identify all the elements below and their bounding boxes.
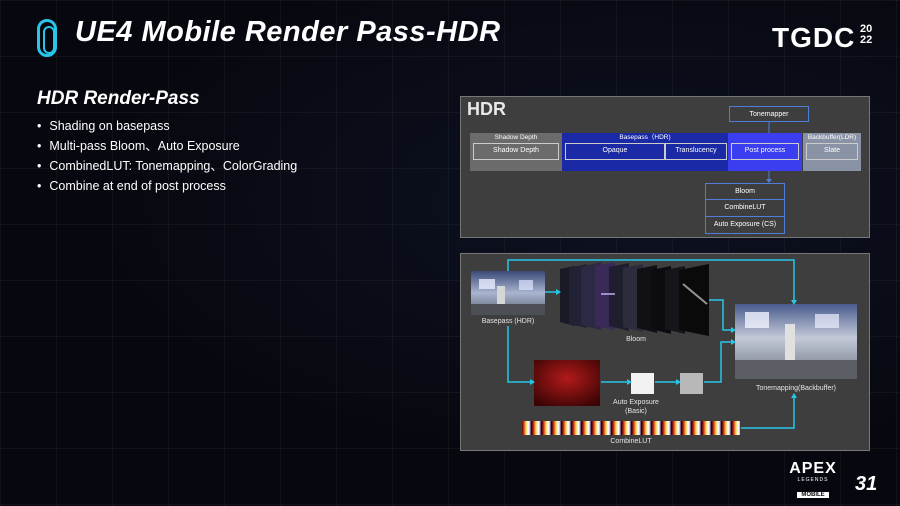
opaque-pass: Opaque <box>565 143 665 160</box>
bullet-item: Combine at end of post process <box>37 176 297 196</box>
translucency-pass: Translucency <box>665 143 727 160</box>
combinelut-caption: CombineLUT <box>610 438 652 445</box>
shadow-depth-pass: Shadow Depth <box>473 143 559 160</box>
combinelut-strip <box>522 421 740 435</box>
tgdc-logo: TGDC <box>772 22 856 53</box>
bullet-item: Shading on basepass <box>37 116 297 136</box>
logo-year-bottom: 22 <box>860 34 873 46</box>
basepass-image <box>471 271 545 315</box>
apex-legends-mobile-logo: APEX LEGENDS MOBILE <box>789 461 837 501</box>
page-number: 31 <box>855 473 878 495</box>
bullet-item: Multi-pass Bloom、Auto Exposure <box>37 136 297 156</box>
slide-title: UE4 Mobile Render Pass-HDR <box>75 16 501 48</box>
render-flow-diagram: Basepass (HDR) Bloom Auto Exposure (Basi… <box>460 253 870 451</box>
tgdc-logo-year: 20 22 <box>860 24 872 46</box>
backbuffer-heading: Backbuffer(LDR) <box>807 134 857 141</box>
apex-logo-subtitle: LEGENDS <box>797 477 829 483</box>
backbuffer-block: Backbuffer(LDR) Slate <box>803 133 861 171</box>
bullet-item: CombinedLUT: Tonemapping、ColorGrading <box>37 156 297 176</box>
tonemapped-image <box>735 304 857 379</box>
basepass-caption: Basepass (HDR) <box>481 318 535 325</box>
auto-exposure-box: Auto Exposure (CS) <box>705 217 785 234</box>
section-title: HDR Render-Pass <box>37 88 200 109</box>
bloom-mip-chain <box>560 262 709 336</box>
hdr-pipeline-diagram: HDR Tonemapper Shadow Depth Shadow Depth… <box>460 96 870 238</box>
tonemapping-caption: Tonemapping(Backbuffer) <box>755 385 837 392</box>
apex-logo-title: APEX <box>789 460 837 477</box>
auto-exposure-caption: Auto Exposure (Basic) <box>601 398 671 416</box>
auto-exposure-caption-line1: Auto Exposure <box>613 399 659 406</box>
bloom-box: Bloom <box>705 183 785 200</box>
bloom-caption: Bloom <box>626 336 646 343</box>
shadow-depth-heading: Shadow Depth <box>494 134 538 141</box>
flow-graphics <box>471 259 857 435</box>
bullet-list: Shading on basepass Multi-pass Bloom、Aut… <box>37 116 297 196</box>
combinelut-box: CombineLUT <box>705 200 785 217</box>
shadow-depth-block: Shadow Depth Shadow Depth <box>470 133 562 171</box>
basepass-block: Basepass（HDR) Opaque Translucency <box>562 133 728 171</box>
tgdc-ring-icon <box>37 19 57 57</box>
auto-exposure-caption-line2: (Basic) <box>625 408 647 415</box>
post-process-pass: Post process <box>731 143 799 160</box>
slate-pass: Slate <box>806 143 858 160</box>
apex-logo-mobile: MOBILE <box>797 492 829 498</box>
post-process-block: Post process <box>728 133 802 171</box>
basepass-heading: Basepass（HDR) <box>619 134 671 141</box>
